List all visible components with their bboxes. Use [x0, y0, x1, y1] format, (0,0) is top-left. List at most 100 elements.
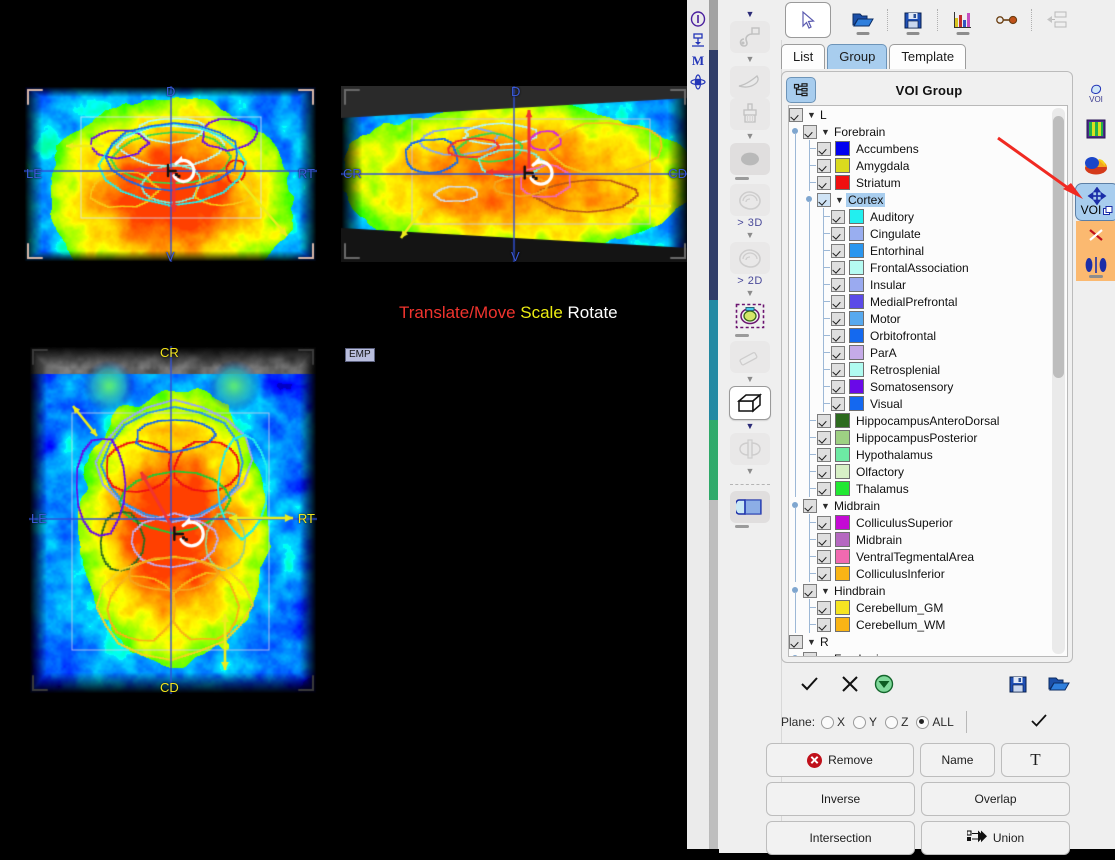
tree-outline-icon[interactable]	[786, 77, 816, 103]
tree-row[interactable]: Insular	[789, 276, 1047, 293]
tree-checkbox[interactable]	[817, 175, 831, 190]
image-viewer[interactable]: D V LE RT D V CR CD CR CD LE RT Translat…	[0, 0, 689, 849]
voi-tree-scroll-thumb[interactable]	[1053, 116, 1064, 378]
tree-row[interactable]: Somatosensory	[789, 378, 1047, 395]
chevron-down-icon[interactable]: ▼	[741, 288, 759, 298]
eraser-tool[interactable]	[730, 341, 770, 373]
wrench-tool[interactable]	[730, 21, 770, 53]
text-button[interactable]: T	[1000, 743, 1070, 777]
tree-checkbox[interactable]	[831, 260, 845, 275]
open-voi-button[interactable]	[1047, 670, 1071, 698]
voi-color-swatch[interactable]	[835, 175, 850, 190]
tree-row[interactable]: ▼ Midbrain	[789, 497, 1047, 514]
tree-checkbox[interactable]	[817, 515, 831, 530]
voi-color-swatch[interactable]	[835, 566, 850, 581]
tree-checkbox[interactable]	[789, 634, 803, 649]
voi-color-swatch[interactable]	[849, 260, 864, 275]
voi-color-swatch[interactable]	[849, 209, 864, 224]
voi-move-icon[interactable]: VOI	[1075, 183, 1115, 221]
tree-row[interactable]: Orbitofrontal	[789, 327, 1047, 344]
knife-tool[interactable]	[730, 66, 770, 98]
tree-checkbox[interactable]	[831, 328, 845, 343]
atom-icon[interactable]	[687, 71, 709, 92]
chevron-down-icon[interactable]: ▼	[741, 131, 759, 141]
tree-checkbox[interactable]	[789, 107, 803, 122]
axial-view[interactable]: CR CD LE RT	[29, 346, 317, 694]
voi-color-swatch[interactable]	[835, 464, 850, 479]
chevron-down-icon[interactable]: ▼	[741, 466, 759, 476]
radio-icon[interactable]	[916, 715, 930, 729]
tree-checkbox[interactable]	[817, 464, 831, 479]
tree-row[interactable]: Accumbens	[789, 140, 1047, 157]
open-folder-button[interactable]	[841, 3, 885, 37]
tree-checkbox[interactable]	[817, 532, 831, 547]
tree-row[interactable]: Olfactory	[789, 463, 1047, 480]
voi-color-swatch[interactable]	[849, 362, 864, 377]
brush-tool[interactable]	[730, 98, 770, 130]
tree-row[interactable]: ▼Forebrain	[789, 123, 1047, 140]
box-tool[interactable]	[729, 386, 771, 420]
tree-checkbox[interactable]	[831, 209, 845, 224]
tree-checkbox[interactable]	[817, 141, 831, 156]
plane-option-all[interactable]: ALL	[916, 715, 954, 729]
tab-list[interactable]: List	[781, 44, 826, 69]
tree-row[interactable]: ▼ R	[789, 633, 1047, 650]
tree-row[interactable]: Cerebellum_GM	[789, 599, 1047, 616]
voi-color-swatch[interactable]	[835, 447, 850, 462]
chevron-down-icon[interactable]: ▼	[741, 374, 759, 384]
chevron-down-icon[interactable]: ▼	[741, 230, 759, 240]
plane-apply-button[interactable]	[1030, 713, 1048, 732]
tree-row[interactable]: Retrosplenial	[789, 361, 1047, 378]
tree-row[interactable]: Midbrain	[789, 531, 1047, 548]
plane-option-z[interactable]: Z	[885, 715, 908, 729]
tree-checkbox[interactable]	[831, 226, 845, 241]
m-icon[interactable]: M	[687, 50, 709, 71]
tree-checkbox[interactable]	[817, 158, 831, 173]
tree-row[interactable]: Cingulate	[789, 225, 1047, 242]
remove-button[interactable]: Remove	[766, 743, 914, 777]
chevron-down-icon[interactable]: ▼	[741, 54, 759, 64]
voi-icon[interactable]: VOI	[1077, 75, 1115, 111]
chevron-down-icon[interactable]: ▼	[819, 586, 832, 596]
voi-color-swatch[interactable]	[849, 226, 864, 241]
tree-row[interactable]: ColliculusSuperior	[789, 514, 1047, 531]
tree-checkbox[interactable]	[803, 651, 817, 656]
tree-row[interactable]: Thalamus	[789, 480, 1047, 497]
tree-checkbox[interactable]	[831, 243, 845, 258]
chevron-down-icon[interactable]: ▼	[819, 501, 832, 511]
confirm-check-button[interactable]	[797, 670, 821, 698]
tree-checkbox[interactable]	[831, 277, 845, 292]
statistics-button[interactable]	[941, 3, 985, 37]
sagittal-view[interactable]: D V CR CD	[341, 86, 689, 262]
voi-color-swatch[interactable]	[835, 515, 850, 530]
overlap-button[interactable]: Overlap	[921, 782, 1070, 816]
info-icon[interactable]	[687, 8, 709, 29]
chevron-down-icon[interactable]: ▼	[741, 9, 759, 19]
tree-row[interactable]: Motor	[789, 310, 1047, 327]
union-button[interactable]: Union	[921, 821, 1070, 855]
voi-color-swatch[interactable]	[849, 396, 864, 411]
voi-color-swatch[interactable]	[835, 600, 850, 615]
coronal-view[interactable]: D V LE RT	[24, 86, 317, 262]
voi-color-swatch[interactable]	[835, 430, 850, 445]
voi-color-swatch[interactable]	[849, 345, 864, 360]
voi-color-swatch[interactable]	[849, 294, 864, 309]
tree-row[interactable]: VentralTegmentalArea	[789, 548, 1047, 565]
segment-3d-tool[interactable]	[730, 184, 770, 216]
tab-group[interactable]: Group	[827, 44, 888, 69]
pointer-tool[interactable]	[785, 2, 831, 38]
intersection-button[interactable]: Intersection	[766, 821, 915, 855]
tree-checkbox[interactable]	[817, 549, 831, 564]
segment-2d-tool[interactable]	[730, 242, 770, 274]
tree-checkbox[interactable]	[817, 192, 831, 207]
plane-option-x[interactable]: X	[821, 715, 845, 729]
tree-row[interactable]: HippocampusAnteroDorsal	[789, 412, 1047, 429]
voi-tree-scrollbar[interactable]	[1052, 108, 1065, 654]
voi-cut-icon[interactable]	[1086, 226, 1106, 247]
tree-checkbox[interactable]	[817, 600, 831, 615]
blob-tool[interactable]	[730, 143, 770, 175]
voi-color-swatch[interactable]	[849, 277, 864, 292]
tree-checkbox[interactable]	[831, 294, 845, 309]
tree-row[interactable]: Auditory	[789, 208, 1047, 225]
radio-icon[interactable]	[885, 715, 899, 729]
